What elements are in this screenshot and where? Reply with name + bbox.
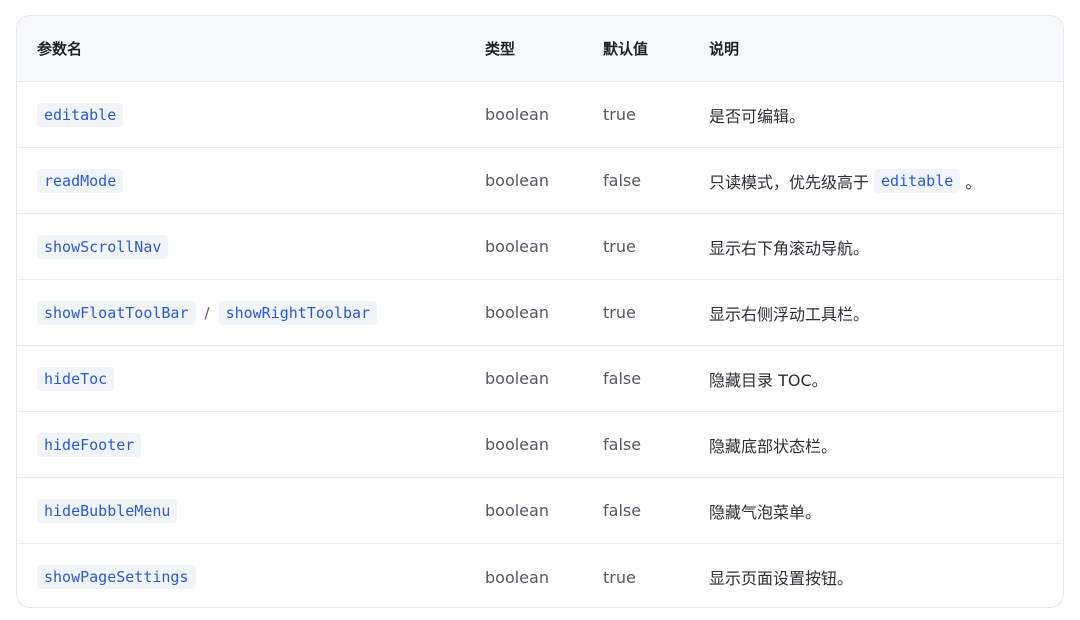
param-type: boolean [485,435,549,454]
param-description: 隐藏气泡菜单。 [709,502,822,522]
param-default: true [603,303,636,322]
table-row: editable boolean true 是否可编辑。 [17,82,1063,148]
param-type: boolean [485,303,549,322]
param-type: boolean [485,501,549,520]
param-name: hideToc [37,366,115,391]
table-row: hideToc boolean false 隐藏目录 TOC。 [17,346,1063,412]
param-name: showScrollNav [37,234,169,259]
param-default: true [603,567,636,587]
table-row: readMode boolean false 只读模式，优先级高于 editab… [17,148,1063,214]
name-separator: / [204,303,210,322]
param-type: boolean [485,237,549,256]
param-default: true [603,105,636,124]
params-table: 参数名 类型 默认值 说明 editable boolean true 是否可编… [16,15,1064,608]
header-type: 类型 [485,40,516,58]
param-name: hideBubbleMenu [37,498,178,523]
table-row: hideFooter boolean false 隐藏底部状态栏。 [17,412,1063,478]
param-default: false [603,501,642,520]
param-name: editable [37,102,124,127]
table-row: showScrollNav boolean true 显示右下角滚动导航。 [17,214,1063,280]
param-default: false [603,435,642,454]
param-name: showPageSettings [37,565,196,589]
param-description: 显示右侧浮动工具栏。 [709,304,870,324]
param-type: boolean [485,369,549,388]
param-name: showFloatToolBar [37,300,196,325]
param-name: readMode [37,168,124,193]
param-default: false [603,369,642,388]
param-description: 隐藏底部状态栏。 [709,436,838,456]
param-description: 是否可编辑。 [709,106,806,126]
header-name: 参数名 [37,40,83,58]
table-row: showPageSettings boolean true 显示页面设置按钮。 [17,544,1063,607]
param-name-alias: showRightToolbar [218,300,378,325]
param-name: hideFooter [37,432,142,457]
description-suffix: 。 [965,172,982,192]
description-code: editable [874,168,961,193]
header-description: 说明 [709,40,740,58]
param-description: 显示页面设置按钮。 [709,569,854,588]
description-text: 只读模式，优先级高于 [709,172,870,192]
header-default: 默认值 [603,40,649,58]
param-type: boolean [485,105,549,124]
param-default: false [603,171,642,190]
table-row: hideBubbleMenu boolean false 隐藏气泡菜单。 [17,478,1063,544]
param-type: boolean [485,567,549,587]
param-description: 只读模式，优先级高于 editable 。 [709,148,981,213]
param-description: 隐藏目录 TOC。 [709,370,828,390]
table-row: showFloatToolBar / showRightToolbar bool… [17,280,1063,346]
param-description: 显示右下角滚动导航。 [709,238,870,258]
table-header: 参数名 类型 默认值 说明 [17,16,1063,82]
param-default: true [603,237,636,256]
param-type: boolean [485,171,549,190]
